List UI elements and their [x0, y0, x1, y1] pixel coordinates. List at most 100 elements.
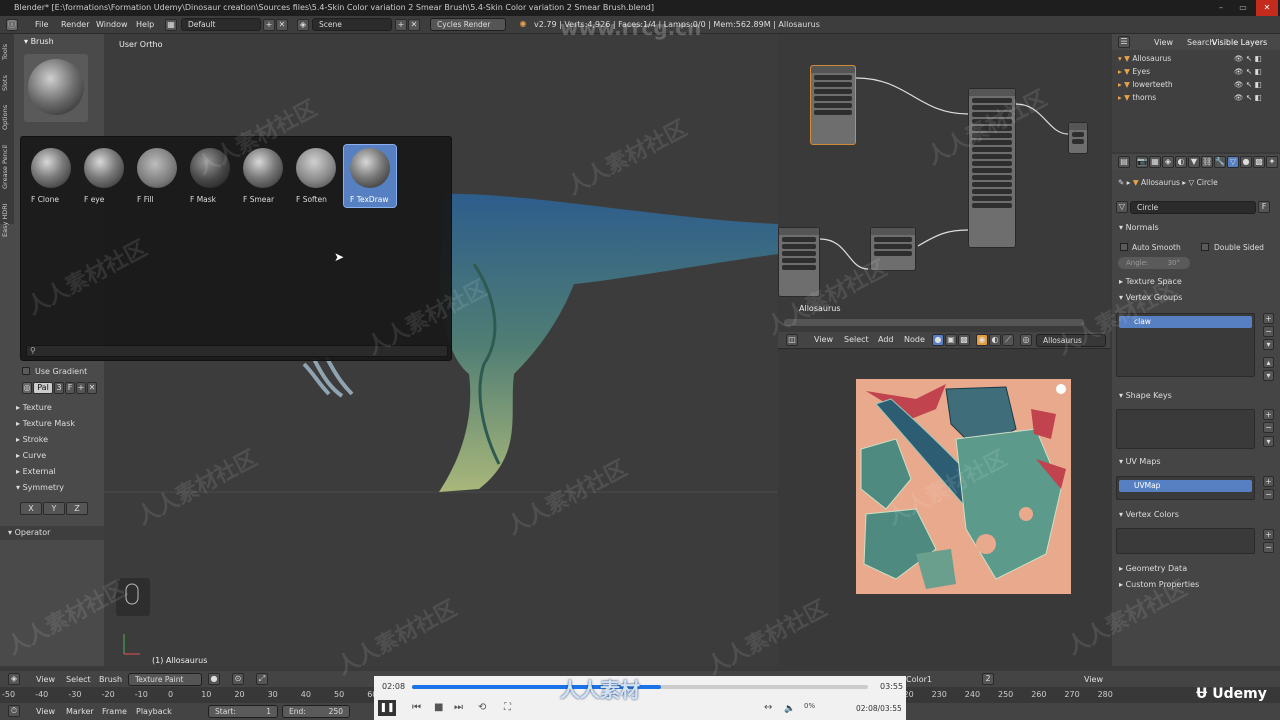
shape-keys-list[interactable] [1116, 409, 1255, 449]
tab-options[interactable]: Options [1, 100, 13, 134]
image-texture-node[interactable] [810, 65, 856, 145]
menu-render[interactable]: Render [61, 19, 89, 31]
tl-menu-view[interactable]: View [36, 706, 55, 718]
tl-menu-playback[interactable]: Playback [136, 706, 172, 718]
world-tab-icon[interactable]: ◐ [1175, 156, 1187, 168]
end-frame-field[interactable]: End: 250 [282, 705, 350, 718]
palette-users[interactable]: 3 [54, 382, 64, 394]
modifiers-tab-icon[interactable]: 🔧 [1214, 156, 1226, 168]
palette-icon[interactable]: ◎ [22, 382, 32, 394]
node-menu-node[interactable]: Node [904, 334, 925, 346]
mirror-z-button[interactable]: Z [66, 502, 88, 515]
volume-icon[interactable]: 🔈 [784, 704, 795, 714]
section-vertex-groups[interactable]: ▾ Vertex Groups [1119, 293, 1182, 302]
tab-tools[interactable]: Tools [1, 38, 13, 66]
minimize-button[interactable]: – [1210, 0, 1232, 16]
outliner-menu-view[interactable]: View [1154, 37, 1173, 49]
material-tab-icon[interactable]: ● [1240, 156, 1252, 168]
pin-icon[interactable]: ✎ [1118, 178, 1124, 187]
texture-nodes-icon[interactable]: ▩ [958, 334, 970, 346]
vertex-group-item[interactable]: claw [1119, 316, 1252, 328]
pivot-icon[interactable]: ⊙ [232, 673, 244, 685]
tab-slots[interactable]: Slots [1, 70, 13, 96]
add-layout-icon[interactable]: + [263, 19, 275, 31]
repeat-icon[interactable]: ⟲ [478, 702, 486, 713]
normal-map-node[interactable] [870, 227, 916, 271]
add-vertex-group-button[interactable]: + [1263, 313, 1274, 324]
compositing-nodes-icon[interactable]: ▣ [945, 334, 957, 346]
angle-slider[interactable]: Angle: 30° [1118, 257, 1190, 269]
add-scene-icon[interactable]: + [395, 19, 407, 31]
mesh-browse-icon[interactable]: ▽ [1116, 201, 1128, 213]
remove-vertex-group-button[interactable]: − [1263, 326, 1274, 337]
move-down-icon[interactable]: ▾ [1263, 370, 1274, 381]
image-menu-view[interactable]: View [1084, 674, 1103, 686]
vp-menu-brush[interactable]: Brush [99, 674, 122, 686]
constraints-tab-icon[interactable]: ⛓ [1201, 156, 1213, 168]
brush-item-smear[interactable]: F Smear [237, 145, 289, 207]
scene-tab-icon[interactable]: ◈ [1162, 156, 1174, 168]
section-uv-maps[interactable]: ▾ UV Maps [1119, 457, 1160, 466]
brush-search-input[interactable]: ⚲ [26, 345, 448, 357]
visibility-icon[interactable]: 👁 ↖ ◧ [1234, 52, 1262, 65]
uv-texture-image[interactable] [856, 379, 1071, 594]
visibility-icon[interactable]: 👁 ↖ ◧ [1234, 91, 1262, 104]
scene-field[interactable]: Scene [312, 18, 392, 31]
mesh-fake-user[interactable]: F [1258, 201, 1270, 213]
node-editor-type-icon[interactable]: ◫ [786, 334, 798, 346]
particles-tab-icon[interactable]: ✦ [1266, 156, 1278, 168]
line-style-icon[interactable]: ⟋ [1002, 334, 1014, 346]
panel-external[interactable]: ▸ External [16, 465, 94, 479]
auto-smooth-checkbox[interactable] [1120, 243, 1128, 251]
menu-window[interactable]: Window [96, 19, 128, 31]
brush-item-eye[interactable]: F eye [78, 145, 130, 207]
mesh-data-tab-icon[interactable]: ▽ [1227, 156, 1239, 168]
node-menu-add[interactable]: Add [878, 334, 894, 346]
panel-texture[interactable]: ▸ Texture [16, 401, 94, 415]
pause-button[interactable]: ❚❚ [378, 700, 396, 716]
shading-icon[interactable]: ● [208, 673, 220, 685]
resize-icon[interactable]: ↔ [764, 702, 772, 713]
world-shader-icon[interactable]: ◐ [989, 334, 1001, 346]
vp-menu-view[interactable]: View [36, 674, 55, 686]
tl-menu-frame[interactable]: Frame [102, 706, 127, 718]
remove-uv-map-button[interactable]: − [1263, 489, 1274, 500]
properties-type-icon[interactable]: ▤ [1118, 156, 1130, 168]
image-slot-field[interactable]: 2 [982, 673, 994, 685]
outliner-filter[interactable]: Visible Layers [1212, 37, 1267, 49]
uv-map-item[interactable]: UVMap [1119, 480, 1252, 492]
panel-symmetry[interactable]: ▾ Symmetry [16, 481, 94, 495]
remove-layout-icon[interactable]: ✕ [276, 19, 288, 31]
viewport-type-icon[interactable]: ◈ [8, 673, 20, 685]
maximize-button[interactable]: ▭ [1232, 0, 1254, 16]
brush-preview[interactable] [24, 54, 88, 122]
section-normals[interactable]: ▾ Normals [1119, 223, 1159, 232]
color-layer-name[interactable]: Color1 [906, 674, 932, 686]
outliner-type-icon[interactable]: ☰ [1118, 36, 1130, 48]
section-texture-space[interactable]: ▸ Texture Space [1119, 277, 1182, 286]
brush-item-clone[interactable]: F Clone [25, 145, 77, 207]
vertex-group-menu-icon[interactable]: ▾ [1263, 339, 1274, 350]
tab-grease-pencil[interactable]: Grease Pencil [1, 138, 13, 196]
manipulator-icon[interactable]: ⤢ [256, 673, 268, 685]
node-object-field[interactable]: Allosaurus [1036, 334, 1106, 347]
texture-tab-icon[interactable]: ▩ [1253, 156, 1265, 168]
palette-unlink-icon[interactable]: ✕ [87, 382, 97, 394]
outliner-menu-search[interactable]: Search [1187, 37, 1214, 49]
render-tab-icon[interactable]: 📷 [1136, 156, 1148, 168]
object-browse-icon[interactable]: ◎ [1020, 334, 1032, 346]
node-menu-select[interactable]: Select [844, 334, 869, 346]
brush-item-fill[interactable]: F Fill [131, 145, 183, 207]
panel-curve[interactable]: ▸ Curve [16, 449, 94, 463]
object-tab-icon[interactable]: ▼ [1188, 156, 1200, 168]
vp-menu-select[interactable]: Select [66, 674, 91, 686]
render-engine-select[interactable]: Cycles Render [430, 18, 506, 31]
move-up-icon[interactable]: ▴ [1263, 357, 1274, 368]
mirror-x-button[interactable]: X [20, 502, 42, 515]
stop-icon[interactable]: ■ [434, 702, 443, 713]
palette-name[interactable]: Pal [33, 382, 53, 394]
close-button[interactable]: ✕ [1256, 0, 1278, 16]
vertex-colors-list[interactable] [1116, 528, 1255, 554]
outliner-item-thorns[interactable]: ▸ ▼ thorns 👁 ↖ ◧ [1118, 91, 1278, 104]
screen-layout-field[interactable]: Default [181, 18, 261, 31]
